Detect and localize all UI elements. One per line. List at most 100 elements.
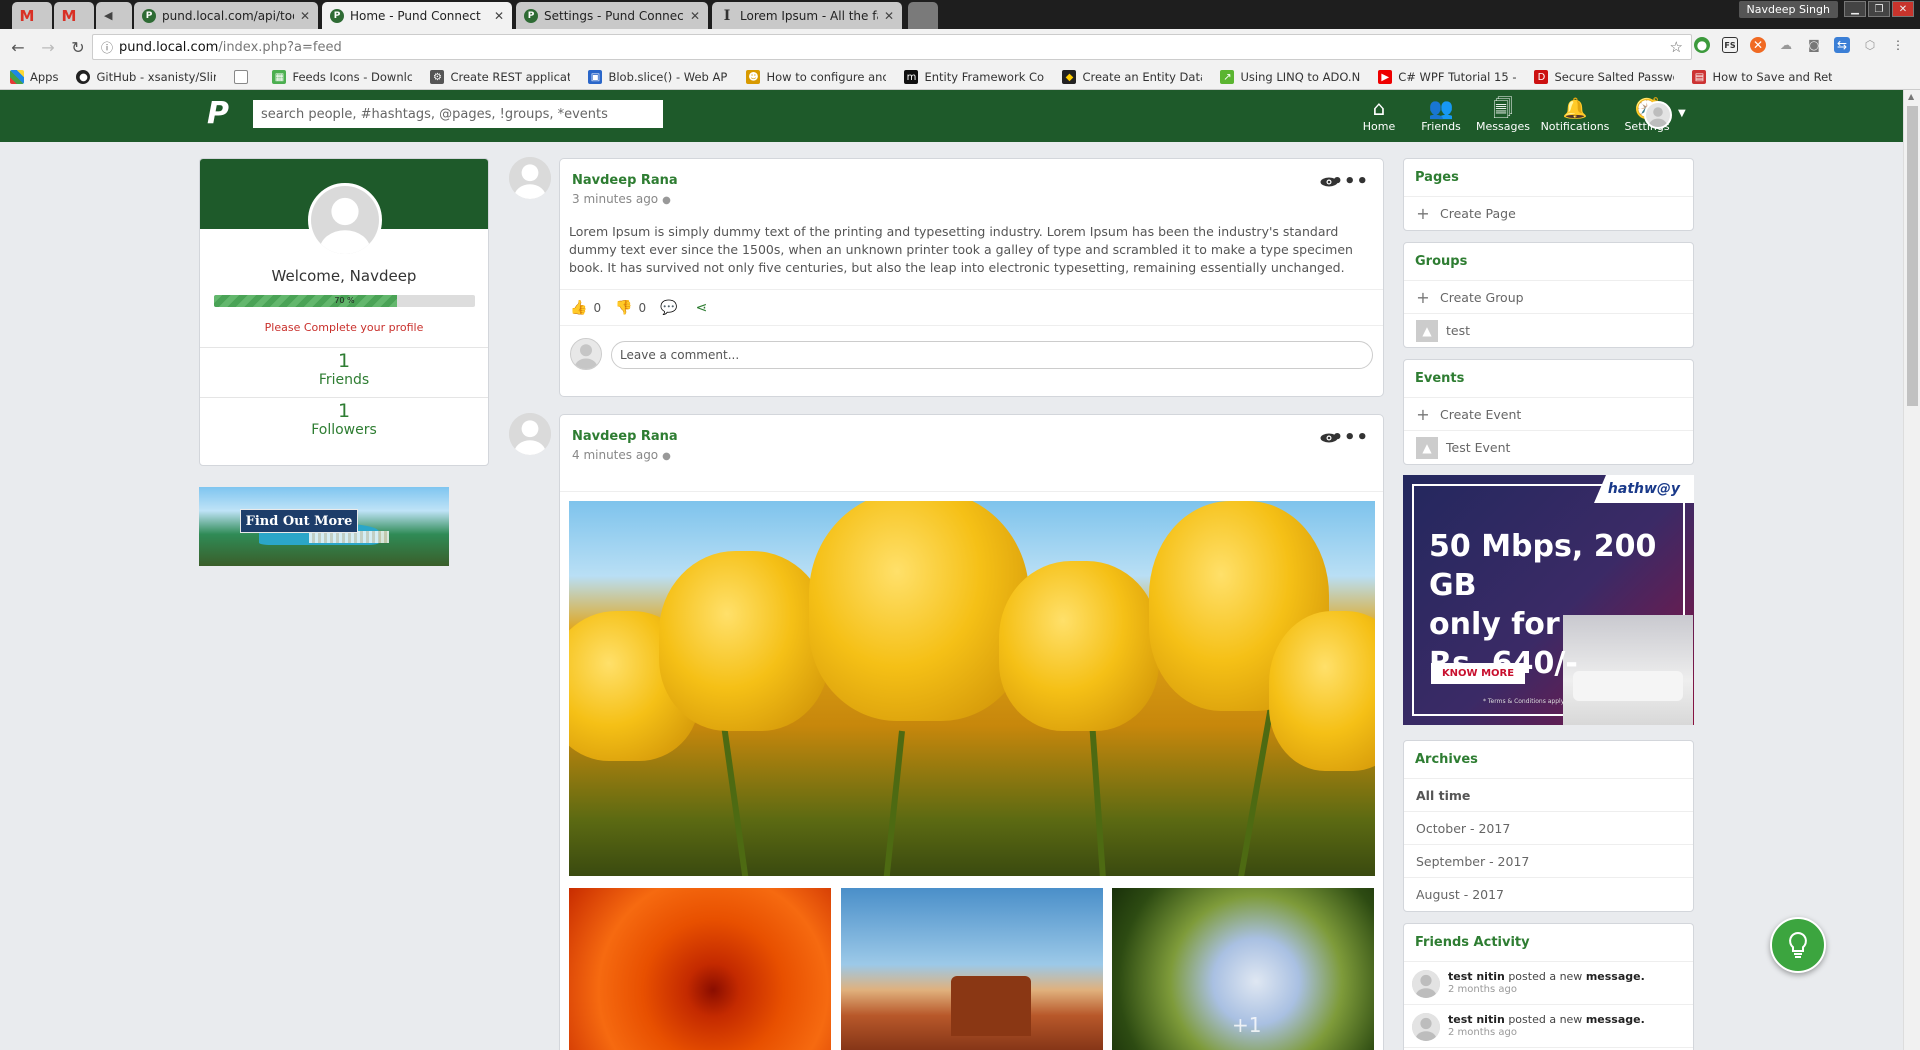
bookmark-ef[interactable]: m Entity Framework Cor	[904, 70, 1044, 84]
reload-icon[interactable]: ↻	[66, 35, 90, 59]
create-page-link[interactable]: + Create Page	[1404, 197, 1693, 230]
bookmark-rest[interactable]: ⚙ Create REST applicati	[430, 70, 570, 84]
minimize-icon[interactable]: ▁	[1844, 1, 1866, 17]
github-icon: ●	[76, 70, 91, 84]
find-out-more-button[interactable]: Find Out More	[240, 509, 358, 533]
event-item-test[interactable]: ▲ Test Event	[1404, 431, 1693, 464]
comment-input[interactable]	[611, 341, 1373, 369]
menu-kebab-icon[interactable]: ⋮	[1890, 37, 1906, 53]
forward-arrow-icon[interactable]: →	[36, 35, 60, 59]
post-divider	[560, 491, 1383, 492]
group-item-test[interactable]: ▲ test	[1404, 314, 1693, 347]
close-icon[interactable]: ✕	[884, 9, 894, 23]
more-options-icon[interactable]: •••	[1331, 171, 1369, 192]
friends-stat[interactable]: 1 Friends	[200, 347, 488, 395]
activity-avatar	[1412, 970, 1440, 998]
bookmark-blob[interactable]: ▣ Blob.slice() - Web API	[588, 70, 728, 84]
bookmark-apps[interactable]: Apps	[10, 70, 58, 84]
search-input[interactable]	[253, 100, 663, 128]
maximize-icon[interactable]: ❐	[1868, 1, 1890, 17]
tab-gmail-1[interactable]: M	[12, 2, 52, 29]
archive-item[interactable]: August - 2017	[1404, 878, 1693, 911]
plus-icon: +	[1416, 287, 1430, 307]
bookmark-star-icon[interactable]: ☆	[1670, 38, 1683, 56]
bookmark-wpf[interactable]: ▶ C# WPF Tutorial 15 -	[1378, 70, 1516, 84]
thumbs-up-icon[interactable]: 👍	[570, 300, 587, 316]
more-options-icon[interactable]: •••	[1331, 427, 1369, 448]
know-more-button[interactable]: KNOW MORE	[1431, 663, 1525, 684]
close-icon[interactable]: ✕	[690, 9, 700, 23]
caret-down-icon[interactable]: ▼	[1678, 108, 1686, 119]
post-image-desert[interactable]	[841, 888, 1103, 1050]
bookmark-linq[interactable]: ↗ Using LINQ to ADO.N	[1220, 70, 1360, 84]
create-group-link[interactable]: + Create Group	[1404, 281, 1693, 314]
complete-profile-link[interactable]: Please Complete your profile	[200, 321, 488, 334]
extension-fs-icon[interactable]: FS	[1722, 37, 1738, 53]
nav-messages[interactable]: 🗐 Messages	[1474, 96, 1532, 138]
gmail-icon: M	[61, 6, 77, 25]
bookmark-save[interactable]: ▤ How to Save and Ret	[1692, 70, 1832, 84]
nav-home[interactable]: ⌂ Home	[1350, 96, 1408, 138]
tab-home[interactable]: P Home - Pund Connect ✕	[322, 2, 512, 29]
post-author[interactable]: Navdeep Rana	[572, 173, 678, 188]
extension-translate-icon[interactable]: ⇆	[1834, 37, 1850, 53]
info-icon[interactable]: ⓘ	[101, 39, 113, 56]
tab-api-todo[interactable]: P pund.local.com/api/todo ✕	[134, 2, 318, 29]
archive-item[interactable]: All time	[1404, 779, 1693, 812]
user-avatar[interactable]	[1644, 101, 1672, 129]
bookmark-entity[interactable]: ◆ Create an Entity Data	[1062, 70, 1202, 84]
scrollbar-thumb[interactable]	[1907, 106, 1918, 406]
tab-audio[interactable]: ◀	[96, 2, 132, 29]
close-window-icon[interactable]: ✕	[1892, 1, 1914, 17]
followers-stat[interactable]: 1 Followers	[200, 397, 488, 445]
group-avatar-icon: ▲	[1416, 319, 1438, 342]
activity-item[interactable]: test nitin posted a new message. 2 month…	[1404, 1005, 1693, 1048]
dislike-count: 0	[638, 300, 647, 315]
nav-notifications[interactable]: 🔔 Notifications	[1536, 96, 1614, 138]
friends-icon: 👥	[1428, 96, 1454, 120]
post-image-dahlia[interactable]	[569, 888, 831, 1050]
post-author-avatar[interactable]	[509, 157, 551, 199]
address-bar[interactable]: ⓘ pund.local.com/index.php?a=feed ☆	[92, 34, 1692, 60]
browser-user-chip[interactable]: Navdeep Singh	[1738, 1, 1838, 18]
comment-icon[interactable]: 💬	[660, 300, 677, 316]
post-author[interactable]: Navdeep Rana	[572, 429, 678, 444]
close-icon[interactable]: ✕	[494, 9, 504, 23]
travel-ad-banner[interactable]: Find Out More	[199, 487, 449, 566]
close-icon[interactable]: ✕	[300, 9, 310, 23]
tab-gmail-2[interactable]: M	[54, 2, 94, 29]
friends-activity-card: Friends Activity test nitin posted a new…	[1403, 923, 1694, 1050]
share-icon[interactable]: ⋖	[696, 300, 708, 316]
bookmark-secure[interactable]: D Secure Salted Passwo	[1534, 70, 1674, 84]
bookmark-configure[interactable]: ☻ How to configure anc	[746, 70, 886, 84]
thumbs-down-icon[interactable]: 👎	[615, 300, 632, 316]
extension-camera-icon[interactable]: ◙	[1806, 37, 1822, 53]
extension-green-icon[interactable]: ●	[1694, 37, 1710, 53]
activity-item[interactable]: test nitin posted a new message. 2 month…	[1404, 962, 1693, 1005]
lightbulb-fab-button[interactable]	[1770, 917, 1826, 973]
bookmark-github[interactable]: ● GitHub - xsanisty/Slin	[76, 70, 216, 84]
back-arrow-icon[interactable]: ←	[6, 35, 30, 59]
nav-friends[interactable]: 👥 Friends	[1412, 96, 1470, 138]
apps-icon	[10, 70, 24, 84]
pund-logo[interactable]: P	[207, 99, 231, 129]
post-image-hydrangea[interactable]: +1	[1112, 888, 1374, 1050]
tab-lorem[interactable]: I Lorem Ipsum - All the fa ✕	[712, 2, 902, 29]
archive-item[interactable]: September - 2017	[1404, 845, 1693, 878]
profile-avatar[interactable]	[308, 183, 382, 257]
create-event-link[interactable]: + Create Event	[1404, 398, 1693, 431]
page-scrollbar[interactable]: ▲	[1903, 90, 1920, 1050]
extension-cloud-icon[interactable]: ☁	[1778, 37, 1794, 53]
extension-orange-icon[interactable]: ✕	[1750, 37, 1766, 53]
hathway-ad-banner[interactable]: hathw@y 50 Mbps, 200 GB only for Rs. 640…	[1403, 475, 1694, 725]
bookmark-page[interactable]	[234, 70, 254, 84]
post-author-avatar[interactable]	[509, 413, 551, 455]
scroll-up-icon[interactable]: ▲	[1908, 92, 1914, 101]
event-avatar-icon: ▲	[1416, 436, 1438, 459]
new-tab-button[interactable]	[908, 2, 938, 29]
post-image-tulips[interactable]	[569, 501, 1375, 876]
bookmark-feeds[interactable]: ▦ Feeds Icons - Downlc	[272, 70, 412, 84]
archive-item[interactable]: October - 2017	[1404, 812, 1693, 845]
extension-shield-icon[interactable]: ⬡	[1862, 37, 1878, 53]
tab-settings[interactable]: P Settings - Pund Connect ✕	[516, 2, 708, 29]
